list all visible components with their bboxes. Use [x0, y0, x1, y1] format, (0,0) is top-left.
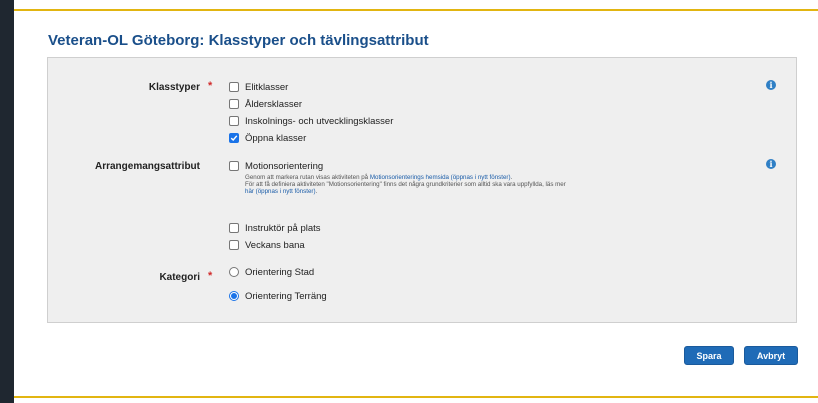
- checkbox-label: Öppna klasser: [245, 132, 307, 144]
- bottom-accent-line: [14, 396, 818, 398]
- save-button[interactable]: Spara: [684, 346, 734, 365]
- checkbox-motionsorientering[interactable]: Motionsorientering: [229, 159, 323, 173]
- checkbox-label: Inskolnings- och utvecklingsklasser: [245, 115, 394, 127]
- criteria-read-more-link[interactable]: här (öppnas i nytt fönster): [245, 188, 316, 195]
- checkbox-box-checked[interactable]: [229, 133, 239, 143]
- checkbox-label: Veckans bana: [245, 239, 305, 251]
- arrangemangsattribut-label: Arrangemangsattribut: [94, 161, 200, 172]
- motionsorientering-homepage-link[interactable]: Motionsorienterings hemsida (öppnas i ny…: [370, 174, 511, 181]
- checkbox-elitklasser[interactable]: Elitklasser: [229, 80, 288, 94]
- checkbox-instruktor-pa-plats[interactable]: Instruktör på plats: [229, 221, 321, 235]
- kategori-required-marker: *: [208, 270, 213, 282]
- help-text: Genom att markera rutan visas aktivitete…: [245, 174, 370, 181]
- checkbox-box[interactable]: [229, 82, 239, 92]
- help-paragraph-2: För att få definiera aktiviteten "Motion…: [245, 181, 575, 195]
- checkbox-box[interactable]: [229, 223, 239, 233]
- checkbox-box[interactable]: [229, 240, 239, 250]
- form-panel: Klasstyper * Elitklasser Åldersklasser I…: [47, 57, 797, 323]
- radio-button-selected[interactable]: [229, 291, 239, 301]
- help-text: För att få definiera aktiviteten "Motion…: [245, 181, 566, 189]
- kategori-label: Kategori: [159, 272, 200, 283]
- checkbox-label: Åldersklasser: [245, 98, 303, 110]
- motionsorientering-help-text: Genom att markera rutan visas aktivitete…: [245, 174, 575, 196]
- radio-label: Orientering Stad: [245, 266, 315, 278]
- radio-orientering-stad[interactable]: Orientering Stad: [229, 265, 314, 279]
- help-text: .: [510, 174, 513, 181]
- radio-dot: [231, 293, 237, 299]
- cancel-button[interactable]: Avbryt: [744, 346, 798, 365]
- checkbox-label: Instruktör på plats: [245, 222, 321, 234]
- info-icon[interactable]: i: [766, 159, 776, 169]
- checkbox-label: Elitklasser: [245, 81, 289, 93]
- radio-orientering-terrang[interactable]: Orientering Terräng: [229, 289, 327, 303]
- checkbox-aldersklasser[interactable]: Åldersklasser: [229, 97, 302, 111]
- checkbox-box[interactable]: [229, 161, 239, 171]
- checkbox-box[interactable]: [229, 99, 239, 109]
- checkbox-inskolnings-utvecklingsklasser[interactable]: Inskolnings- och utvecklingsklasser: [229, 114, 393, 128]
- page-title: Veteran-OL Göteborg: Klasstyper och tävl…: [48, 32, 429, 49]
- info-icon[interactable]: i: [766, 80, 776, 90]
- klasstyper-label: Klasstyper: [148, 82, 200, 93]
- radio-label: Orientering Terräng: [245, 290, 327, 302]
- checkbox-box[interactable]: [229, 116, 239, 126]
- checkbox-label: Motionsorientering: [245, 160, 324, 172]
- top-accent-line: [14, 9, 818, 11]
- checkbox-veckans-bana[interactable]: Veckans bana: [229, 238, 305, 252]
- checkbox-oppna-klasser[interactable]: Öppna klasser: [229, 131, 306, 145]
- help-paragraph-1: Genom att markera rutan visas aktivitete…: [245, 174, 575, 181]
- radio-button[interactable]: [229, 267, 239, 277]
- klasstyper-required-marker: *: [208, 80, 213, 92]
- left-sidebar-strip: [0, 0, 14, 403]
- checkmark-icon: [230, 135, 238, 142]
- help-text: .: [315, 188, 318, 196]
